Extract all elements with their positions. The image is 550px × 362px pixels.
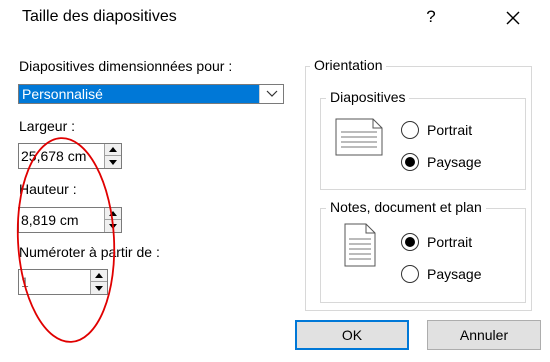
ok-button[interactable]: OK — [295, 320, 409, 350]
slide-size-select[interactable]: Personnalisé — [18, 84, 284, 104]
slides-portrait-radio[interactable] — [401, 121, 419, 139]
width-input[interactable] — [19, 144, 105, 168]
slide-size-selected: Personnalisé — [19, 85, 259, 103]
arrow-up-icon — [109, 211, 117, 216]
cancel-button[interactable]: Annuler — [427, 320, 541, 350]
number-from-spinner[interactable] — [18, 269, 108, 295]
notes-landscape-label: Paysage — [427, 266, 482, 282]
slides-portrait-label: Portrait — [427, 122, 473, 138]
arrow-up-icon — [95, 273, 103, 278]
number-from-input[interactable] — [19, 270, 91, 294]
orientation-label: Orientation — [310, 57, 387, 73]
height-label: Hauteur : — [19, 181, 77, 197]
width-increment-button[interactable] — [105, 144, 121, 156]
notes-landscape-radio[interactable] — [401, 265, 419, 283]
radio-selected-dot — [405, 157, 415, 167]
width-label: Largeur : — [19, 118, 76, 134]
height-increment-button[interactable] — [105, 208, 121, 220]
notes-portrait-option[interactable]: Portrait — [401, 233, 472, 251]
height-spinner[interactable] — [18, 207, 122, 233]
radio-selected-dot — [405, 237, 415, 247]
close-button[interactable] — [503, 8, 523, 28]
notes-orientation-label: Notes, document et plan — [326, 199, 486, 215]
number-from-label: Numéroter à partir de : — [19, 244, 160, 260]
help-button[interactable]: ? — [423, 7, 439, 27]
landscape-page-icon — [335, 118, 383, 156]
close-icon — [506, 11, 520, 25]
dropdown-arrow[interactable] — [259, 85, 283, 103]
height-decrement-button[interactable] — [105, 220, 121, 232]
arrow-up-icon — [109, 147, 117, 152]
height-input[interactable] — [19, 208, 105, 232]
arrow-down-icon — [109, 159, 117, 165]
slides-portrait-option[interactable]: Portrait — [401, 121, 472, 139]
notes-portrait-radio[interactable] — [401, 233, 419, 251]
portrait-page-icon — [344, 223, 376, 267]
arrow-down-icon — [109, 223, 117, 229]
slides-landscape-radio[interactable] — [401, 153, 419, 171]
slides-landscape-option[interactable]: Paysage — [401, 153, 481, 171]
notes-portrait-label: Portrait — [427, 234, 473, 250]
chevron-down-icon — [266, 90, 277, 97]
number-decrement-button[interactable] — [91, 282, 107, 294]
slides-landscape-label: Paysage — [427, 154, 482, 170]
notes-landscape-option[interactable]: Paysage — [401, 265, 481, 283]
width-decrement-button[interactable] — [105, 156, 121, 168]
number-increment-button[interactable] — [91, 270, 107, 282]
slides-orientation-label: Diapositives — [326, 89, 410, 105]
width-spinner[interactable] — [18, 143, 122, 169]
sizing-label: Diapositives dimensionnées pour : — [19, 58, 233, 74]
dialog-title: Taille des diapositives — [22, 8, 177, 25]
arrow-down-icon — [95, 285, 103, 291]
